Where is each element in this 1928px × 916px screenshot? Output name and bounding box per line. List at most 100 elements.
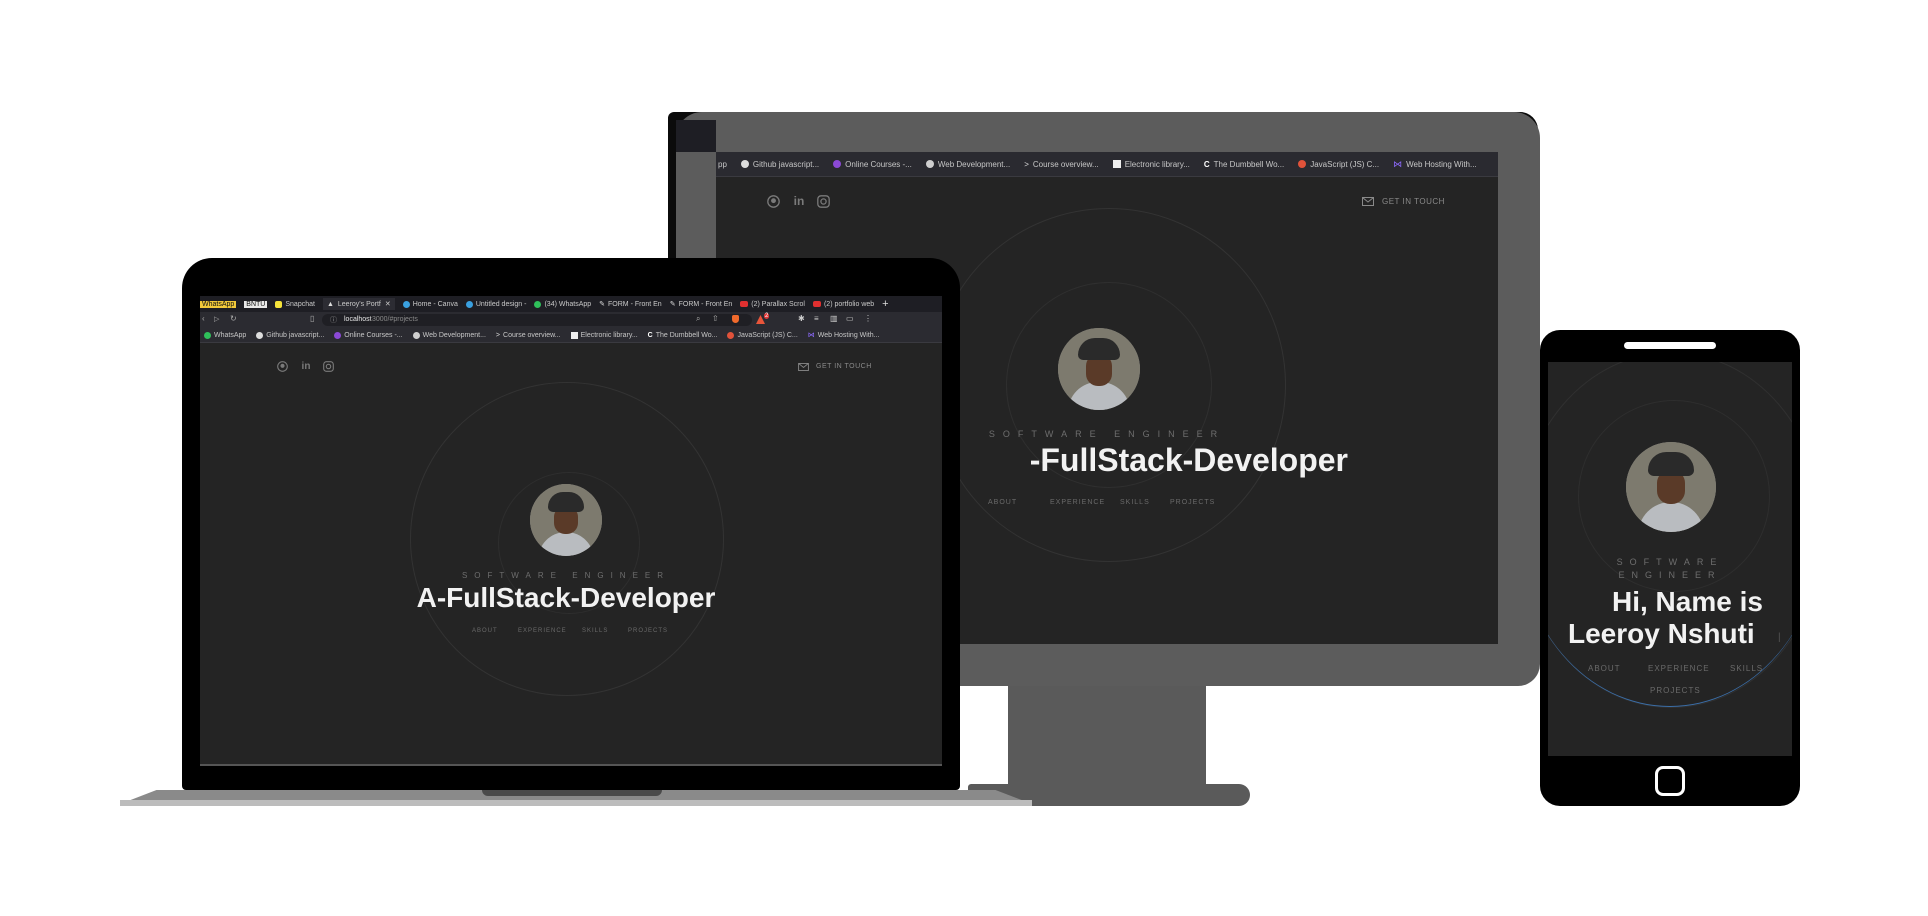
nav-skills[interactable]: SKILLS xyxy=(582,628,608,634)
bookmark-item[interactable]: JavaScript (JS) C... xyxy=(727,331,798,339)
tab[interactable]: (2) portfolio web xyxy=(812,300,875,308)
bookmark-item[interactable]: C The Dumbbell Wo... xyxy=(1204,160,1284,169)
extensions-icon[interactable]: ✱ xyxy=(798,314,805,323)
tab-active[interactable]: ▲ Leeroy's Portf ✕ xyxy=(322,298,395,310)
monitor-bookmark-bar: pp Github javascript... Online Courses -… xyxy=(716,152,1498,177)
bookmark-label: Electronic library... xyxy=(580,331,638,339)
nav-projects[interactable]: PROJECTS xyxy=(1170,499,1215,506)
web-dev-icon xyxy=(925,160,934,168)
nav-about[interactable]: ABOUT xyxy=(988,499,1017,506)
tab-label: (34) WhatsApp xyxy=(544,300,592,308)
bookmark-item[interactable]: ⋈ Web Hosting With... xyxy=(1393,159,1477,170)
bookmark-item[interactable]: Github javascript... xyxy=(740,160,819,169)
tab[interactable]: BNTU xyxy=(244,300,268,308)
nav-projects[interactable]: PROJECTS xyxy=(1650,686,1701,695)
bookmark-item[interactable]: Web Development... xyxy=(925,159,1011,169)
wallet-icon[interactable]: ▭ xyxy=(846,314,854,323)
avatar-hat xyxy=(1648,452,1694,476)
bookmark-item[interactable]: pp xyxy=(718,160,727,169)
nav-experience[interactable]: EXPERIENCE xyxy=(518,628,567,634)
home-button[interactable] xyxy=(1655,766,1685,796)
canva-icon xyxy=(465,300,473,308)
laptop-toolbar: ‹ ▷ ↻ ▯ ⓘ localhost :3000/#projects ⌕ ⇧ … xyxy=(200,312,942,328)
bookmark-item[interactable]: Online Courses -... xyxy=(334,331,403,339)
bookmark-item[interactable]: > Course overview... xyxy=(1024,160,1098,169)
monitor-stand-neck xyxy=(1008,676,1206,784)
tab[interactable]: (34) WhatsApp xyxy=(534,300,592,308)
tab[interactable]: ✎ FORM - Front En xyxy=(599,300,662,309)
brave-shield-icon[interactable] xyxy=(732,315,739,323)
address-bar[interactable]: ⓘ localhost :3000/#projects ⌕ ⇧ xyxy=(322,314,752,326)
site-info-icon[interactable]: ⓘ xyxy=(330,315,337,325)
bookmark-label: Web Hosting With... xyxy=(817,331,880,339)
avatar xyxy=(1058,328,1140,410)
instagram-icon[interactable] xyxy=(322,360,334,372)
nav-experience[interactable]: EXPERIENCE xyxy=(1050,499,1105,506)
tab-label: Snapchat xyxy=(285,300,315,308)
get-in-touch-link[interactable]: GET IN TOUCH xyxy=(816,363,872,370)
nav-about[interactable]: ABOUT xyxy=(1588,664,1621,673)
javascript-icon xyxy=(1298,160,1307,168)
role-subtitle: SOFTWARE ENGINEER xyxy=(461,571,671,580)
nav-skills[interactable]: SKILLS xyxy=(1120,499,1150,506)
tab[interactable]: WhatsApp xyxy=(200,300,237,308)
github-icon[interactable] xyxy=(276,360,288,372)
github-icon[interactable] xyxy=(766,194,780,208)
reload-icon[interactable]: ↻ xyxy=(230,314,237,323)
nav-experience[interactable]: EXPERIENCE xyxy=(1648,664,1710,673)
bookmark-item[interactable]: WhatsApp xyxy=(204,331,246,339)
tab[interactable]: Snapchat xyxy=(275,300,315,308)
tab-label: (2) portfolio web xyxy=(823,300,875,308)
playlist-icon[interactable]: ≡ xyxy=(814,314,819,323)
bookmark-label: Web Development... xyxy=(937,159,1011,169)
tab[interactable]: ✎ FORM - Front En xyxy=(670,300,733,309)
bookmark-item[interactable]: Electronic library... xyxy=(1112,160,1190,169)
instagram-icon[interactable] xyxy=(816,194,830,208)
bookmark-item[interactable]: JavaScript (JS) C... xyxy=(1298,160,1379,169)
library-icon xyxy=(1112,160,1121,168)
hosting-icon: ⋈ xyxy=(1393,158,1403,169)
close-tab-icon[interactable]: ✕ xyxy=(385,300,391,308)
new-tab-button[interactable]: + xyxy=(882,298,888,310)
bookmark-page-icon[interactable]: ▯ xyxy=(310,314,314,323)
bookmark-item[interactable]: Web Development... xyxy=(412,331,486,339)
nav-about[interactable]: ABOUT xyxy=(472,628,498,634)
get-in-touch-link[interactable]: GET IN TOUCH xyxy=(1382,197,1445,206)
hero-headline: A-FullStack-Developer xyxy=(416,582,716,613)
zoom-icon[interactable]: ⌕ xyxy=(696,314,700,324)
laptop-screen: WhatsApp BNTU Snapchat ▲ Leeroy's Portf ✕ … xyxy=(200,296,942,764)
bookmark-label: Github javascript... xyxy=(266,331,325,339)
tab-label: Home - Canva xyxy=(412,300,458,308)
bookmark-item[interactable]: Online Courses -... xyxy=(833,160,912,169)
bookmark-item[interactable]: > Course overview... xyxy=(496,332,561,339)
tab[interactable]: Untitled design - xyxy=(465,300,526,308)
bookmark-item[interactable]: ⋈ Web Hosting With... xyxy=(808,331,880,340)
portfolio-tab-icon: ▲ xyxy=(326,300,334,308)
nav-projects[interactable]: PROJECTS xyxy=(628,628,668,634)
avatar xyxy=(1626,442,1716,532)
tab[interactable]: Home - Canva xyxy=(402,300,458,308)
share-icon[interactable]: ⇧ xyxy=(712,314,719,323)
notification-badge: 2 xyxy=(764,313,770,319)
linkedin-icon[interactable]: in xyxy=(792,194,806,208)
bookmark-label: Online Courses -... xyxy=(845,159,912,169)
menu-icon[interactable]: ⋮ xyxy=(864,314,872,323)
nav-skills[interactable]: SKILLS xyxy=(1730,664,1763,673)
bookmark-item[interactable]: Github javascript... xyxy=(256,331,325,339)
tab[interactable]: (2) Parallax Scrol xyxy=(740,301,805,308)
laptop-tab-bar: WhatsApp BNTU Snapchat ▲ Leeroy's Portf ✕ … xyxy=(200,296,942,312)
bookmark-item[interactable]: C The Dumbbell Wo... xyxy=(648,332,718,339)
role-subtitle-line1: SOFTWARE xyxy=(1616,557,1724,567)
bookmark-item[interactable]: Electronic library... xyxy=(570,331,638,339)
canva-icon xyxy=(402,300,410,308)
whatsapp-icon xyxy=(204,331,211,339)
javascript-icon xyxy=(727,331,735,339)
back-icon[interactable]: ‹ xyxy=(202,314,205,323)
role-subtitle-line2: ENGINEER xyxy=(1618,570,1722,580)
sidebar-icon[interactable]: ▥ xyxy=(830,314,838,323)
typing-cursor: | xyxy=(1778,632,1781,643)
linkedin-icon[interactable]: in xyxy=(300,360,312,372)
forward-icon[interactable]: ▷ xyxy=(214,315,219,323)
address-host: localhost xyxy=(344,316,372,323)
bookmark-label: The Dumbbell Wo... xyxy=(1213,159,1285,169)
